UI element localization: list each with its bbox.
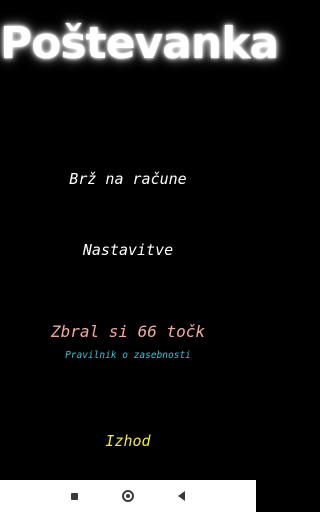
app-title: Poštevanka <box>0 18 279 69</box>
main-menu-screen: Poštevanka Brž na račune Nastavitve Zbra… <box>0 0 279 512</box>
back-triangle-icon <box>177 491 185 501</box>
fast-calc-button[interactable]: Brž na račune <box>0 170 256 188</box>
recents-square-icon <box>70 492 78 500</box>
home-button[interactable] <box>121 489 135 503</box>
system-navigation-bar <box>0 480 256 512</box>
home-circle-icon <box>122 490 134 502</box>
settings-button[interactable]: Nastavitve <box>0 241 256 259</box>
recents-button[interactable] <box>67 489 81 503</box>
privacy-policy-link[interactable]: Pravilnik o zasebnosti <box>0 350 256 361</box>
score-text: Zbral si 66 točk <box>50 322 206 341</box>
back-button[interactable] <box>174 489 188 503</box>
exit-button[interactable]: Izhod <box>0 432 256 450</box>
